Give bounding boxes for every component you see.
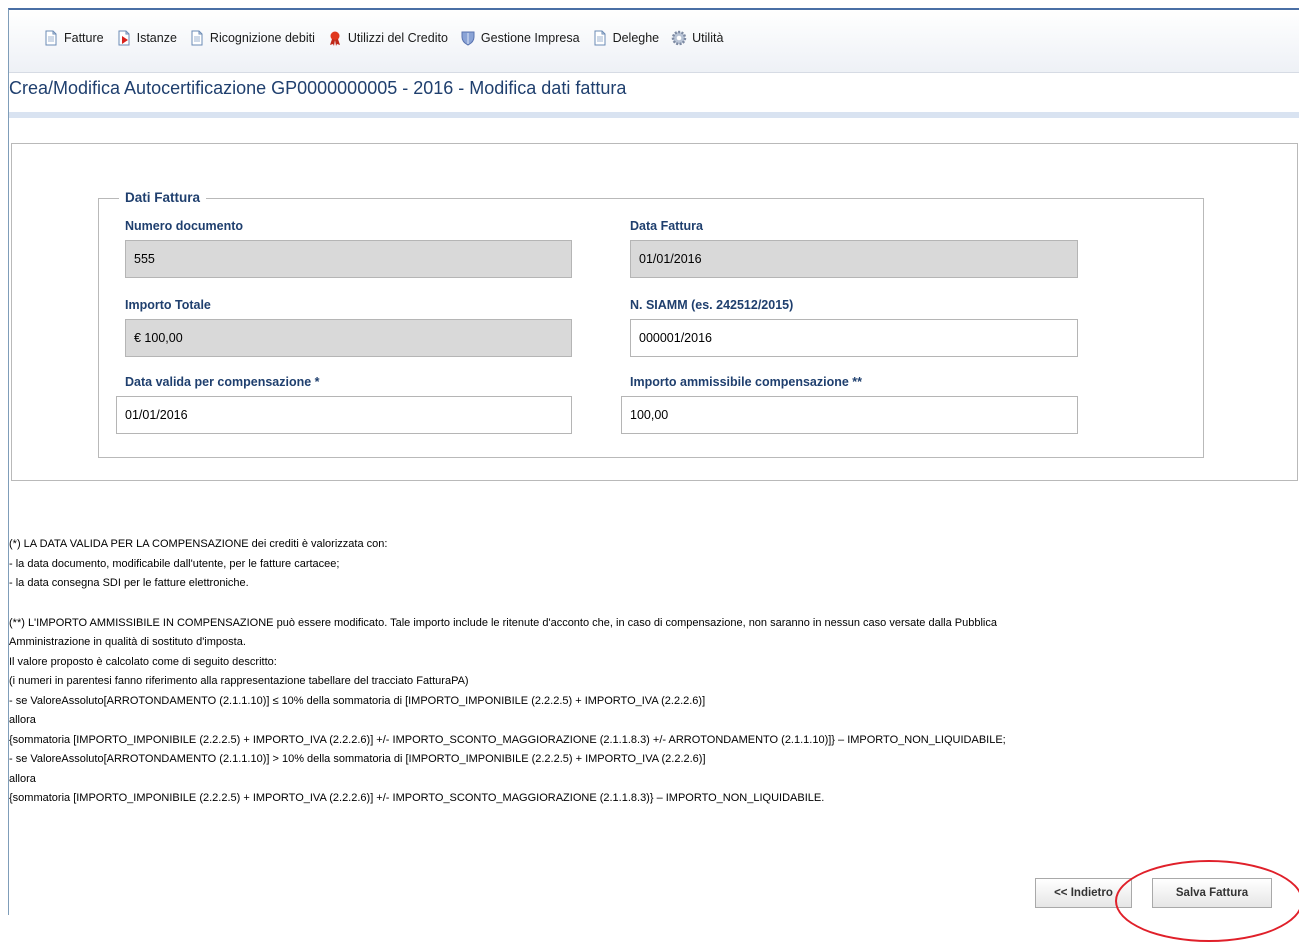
nav-label: Fatture [64, 31, 104, 45]
note-line: allora [9, 714, 36, 726]
nav-item-istanze[interactable]: Istanze [116, 30, 177, 46]
app-frame: Fatture Istanze Ricognizione debiti Util… [8, 8, 1299, 915]
nav-label: Deleghe [612, 31, 660, 45]
nav-label: Utilizzi del Credito [347, 31, 448, 45]
note-line: allora [9, 772, 36, 785]
note-line: (*) LA DATA VALIDA PER LA COMPENSAZIONE … [9, 538, 388, 550]
note-line: - se ValoreAssoluto[ARROTONDAMENTO (2.1.… [9, 694, 706, 707]
importo-ammissibile-input[interactable]: 100,00 [621, 396, 1078, 434]
nav-menu: Fatture Istanze Ricognizione debiti Util… [43, 30, 735, 46]
nav-item-fatture[interactable]: Fatture [43, 30, 104, 46]
numero-documento-field: 555 [125, 240, 572, 278]
nav-item-utilita[interactable]: Utilità [671, 30, 723, 46]
notes-spacer [9, 594, 1298, 614]
save-invoice-button[interactable]: Salva Fattura [1152, 878, 1272, 908]
importo-ammissibile-label: Importo ammissibile compensazione ** [630, 375, 863, 389]
importo-totale-field: € 100,00 [125, 319, 572, 357]
document-icon [594, 30, 606, 46]
document-icon [191, 30, 203, 46]
nav-item-deleghe[interactable]: Deleghe [592, 30, 660, 46]
document-red-icon [118, 30, 130, 46]
nav-item-gestione-impresa[interactable]: Gestione Impresa [460, 30, 580, 46]
data-valida-label: Data valida per compensazione * [125, 375, 320, 389]
nav-item-ricognizione-debiti[interactable]: Ricognizione debiti [189, 30, 315, 46]
data-fattura-field: 01/01/2016 [630, 240, 1078, 278]
nav-label: Utilità [692, 31, 724, 45]
note-line: Il valore proposto è calcolato come di s… [9, 655, 277, 668]
ribbon-icon [329, 31, 340, 46]
note-line: - se ValoreAssoluto[ARROTONDAMENTO (2.1.… [9, 753, 706, 765]
note-line: Amministrazione in qualità di sostituto … [9, 636, 246, 648]
data-valida-input[interactable]: 01/01/2016 [116, 396, 572, 434]
gear-icon [671, 30, 687, 46]
note-line: - la data documento, modificabile dall'u… [9, 557, 340, 570]
siamm-input[interactable]: 000001/2016 [630, 319, 1078, 357]
note-line: - la data consegna SDI per le fatture el… [9, 577, 249, 589]
fieldset-legend: Dati Fattura [119, 190, 207, 205]
shield-icon [461, 31, 475, 46]
back-button[interactable]: << Indietro [1035, 878, 1132, 908]
note-line: (i numeri in parentesi fanno riferimento… [9, 675, 469, 687]
document-icon [45, 30, 57, 46]
note-line: (**) L'IMPORTO AMMISSIBILE IN COMPENSAZI… [9, 616, 997, 629]
form-container: Dati Fattura Numero documento 555 Data F… [11, 143, 1298, 481]
dati-fattura-fieldset: Dati Fattura Numero documento 555 Data F… [98, 190, 1204, 458]
siamm-label: N. SIAMM (es. 242512/2015) [630, 298, 794, 312]
notes-section: (*) LA DATA VALIDA PER LA COMPENSAZIONE … [9, 535, 1298, 809]
importo-totale-label: Importo Totale [125, 298, 211, 312]
note-line: {sommatoria [IMPORTO_IMPONIBILE (2.2.2.5… [9, 733, 1006, 746]
data-fattura-label: Data Fattura [630, 219, 703, 233]
nav-label: Ricognizione debiti [209, 31, 315, 45]
page-title: Crea/Modifica Autocertificazione GP00000… [9, 78, 627, 98]
nav-label: Gestione Impresa [480, 31, 580, 45]
note-line: {sommatoria [IMPORTO_IMPONIBILE (2.2.2.5… [9, 792, 825, 804]
title-divider [9, 112, 1299, 118]
top-menu-bar: Fatture Istanze Ricognizione debiti Util… [9, 10, 1299, 73]
nav-item-utilizzi-del-credito[interactable]: Utilizzi del Credito [327, 30, 448, 46]
numero-documento-label: Numero documento [125, 219, 244, 233]
nav-label: Istanze [136, 31, 177, 45]
